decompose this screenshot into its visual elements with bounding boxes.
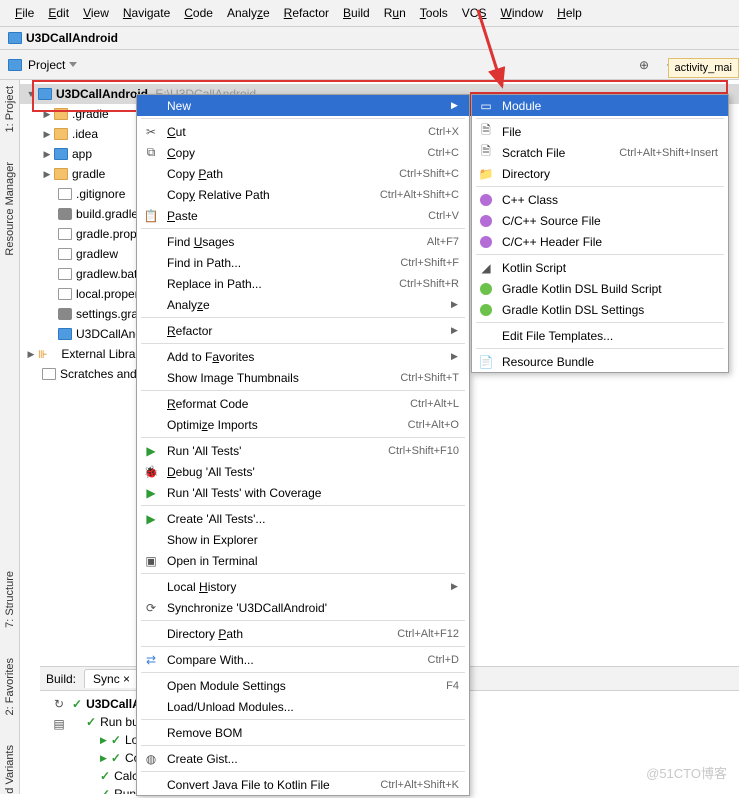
terminal-icon: ▣ — [143, 554, 159, 568]
mi-debug-all[interactable]: 🐞Debug 'All Tests' — [137, 461, 469, 482]
chevron-down-icon — [69, 62, 77, 67]
mi-show-explorer[interactable]: Show in Explorer — [137, 529, 469, 550]
sidebar-favorites[interactable]: 2: Favorites — [4, 658, 16, 715]
mi-sync[interactable]: ⟳Synchronize 'U3DCallAndroid' — [137, 597, 469, 618]
menu-build[interactable]: Build — [336, 4, 377, 22]
menu-navigate[interactable]: Navigate — [116, 4, 177, 22]
panel-icon — [8, 59, 22, 71]
mi-cut[interactable]: ✂CutCtrl+X — [137, 121, 469, 142]
menu-tools[interactable]: Tools — [413, 4, 455, 22]
file-icon: 🗎 — [478, 121, 494, 142]
sidebar-variants[interactable]: d Variants — [4, 745, 16, 794]
sync-icon: ⟳ — [143, 601, 159, 615]
tree-root-label: U3DCallAndroid — [56, 87, 148, 101]
module-icon: ▭ — [478, 99, 494, 113]
menubar: File Edit View Navigate Code Analyze Ref… — [0, 0, 739, 27]
menu-file[interactable]: File — [8, 4, 41, 22]
smi-cpp-src[interactable]: C/C++ Source File — [472, 210, 728, 231]
run-icon: ▶ — [143, 444, 159, 458]
menu-run[interactable]: Run — [377, 4, 413, 22]
debug-icon: 🐞 — [143, 465, 159, 479]
diff-icon: ⇄ — [143, 653, 159, 667]
mi-find-usages[interactable]: Find UsagesAlt+F7 — [137, 231, 469, 252]
mi-new[interactable]: New▶ — [137, 95, 469, 116]
smi-directory[interactable]: 📁Directory — [472, 163, 728, 184]
breadcrumb-bar: U3DCallAndroid — [0, 27, 739, 50]
mi-create-gist[interactable]: ◍Create Gist... — [137, 748, 469, 769]
locate-icon[interactable]: ⊕ — [635, 56, 653, 74]
paste-icon: 📋 — [143, 209, 159, 223]
smi-cpp-hdr[interactable]: C/C++ Header File — [472, 231, 728, 252]
mi-copy-path[interactable]: Copy PathCtrl+Shift+C — [137, 163, 469, 184]
scratch-icon: 🗎 — [478, 142, 494, 163]
smi-edit-templates[interactable]: Edit File Templates... — [472, 325, 728, 346]
mi-open-terminal[interactable]: ▣Open in Terminal — [137, 550, 469, 571]
project-view-selector[interactable]: Project — [28, 58, 77, 72]
mi-convert-kotlin[interactable]: Convert Java File to Kotlin FileCtrl+Alt… — [137, 774, 469, 795]
new-submenu: ▭Module 🗎File 🗎Scratch FileCtrl+Alt+Shif… — [471, 94, 729, 373]
mi-add-fav[interactable]: Add to Favorites▶ — [137, 346, 469, 367]
smi-gradle-build[interactable]: Gradle Kotlin DSL Build Script — [472, 278, 728, 299]
mi-local-history[interactable]: Local History▶ — [137, 576, 469, 597]
mi-create-all[interactable]: ▶Create 'All Tests'... — [137, 508, 469, 529]
mi-refactor[interactable]: Refactor▶ — [137, 320, 469, 341]
left-gutter: 1: Project Resource Manager 7: Structure… — [0, 80, 20, 794]
mi-replace-in-path[interactable]: Replace in Path...Ctrl+Shift+R — [137, 273, 469, 294]
mi-load-unload[interactable]: Load/Unload Modules... — [137, 696, 469, 717]
project-toolbar: Project ⊕ ÷ ⚙ — — [0, 50, 739, 80]
sidebar-resource-manager[interactable]: Resource Manager — [4, 162, 16, 256]
menu-view[interactable]: View — [76, 4, 116, 22]
project-icon — [8, 32, 22, 44]
mi-analyze[interactable]: Analyze▶ — [137, 294, 469, 315]
create-icon: ▶ — [143, 512, 159, 526]
mi-find-in-path[interactable]: Find in Path...Ctrl+Shift+F — [137, 252, 469, 273]
menu-vcs[interactable]: VCS — [455, 4, 494, 22]
smi-scratch[interactable]: 🗎Scratch FileCtrl+Alt+Shift+Insert — [472, 142, 728, 163]
mi-dir-path[interactable]: Directory PathCtrl+Alt+F12 — [137, 623, 469, 644]
bundle-icon: 📄 — [478, 355, 494, 369]
folder-icon: 📁 — [478, 167, 494, 181]
mi-coverage[interactable]: ▶Run 'All Tests' with Coverage — [137, 482, 469, 503]
mi-copy[interactable]: ⧉CopyCtrl+C — [137, 142, 469, 163]
context-menu: New▶ ✂CutCtrl+X ⧉CopyCtrl+C Copy PathCtr… — [136, 94, 470, 796]
build-label: Build: — [46, 672, 76, 686]
smi-kotlin-script[interactable]: ◢Kotlin Script — [472, 257, 728, 278]
github-icon: ◍ — [143, 752, 159, 766]
mi-open-module-settings[interactable]: Open Module SettingsF4 — [137, 675, 469, 696]
build-tab-sync[interactable]: Sync × — [84, 669, 139, 688]
rerun-icon[interactable]: ↻ — [54, 697, 64, 711]
mi-compare[interactable]: ⇄Compare With...Ctrl+D — [137, 649, 469, 670]
coverage-icon: ▶ — [143, 486, 159, 500]
mi-reformat[interactable]: Reformat CodeCtrl+Alt+L — [137, 393, 469, 414]
kotlin-icon: ◢ — [478, 261, 494, 275]
editor-tab[interactable]: activity_mai — [668, 58, 739, 78]
sidebar-project[interactable]: 1: Project — [4, 86, 16, 132]
menu-window[interactable]: Window — [493, 4, 550, 22]
smi-resource-bundle[interactable]: 📄Resource Bundle — [472, 351, 728, 372]
mi-optimize[interactable]: Optimize ImportsCtrl+Alt+O — [137, 414, 469, 435]
menu-refactor[interactable]: Refactor — [277, 4, 336, 22]
mi-copy-rel[interactable]: Copy Relative PathCtrl+Alt+Shift+C — [137, 184, 469, 205]
copy-icon: ⧉ — [143, 145, 159, 160]
menu-edit[interactable]: Edit — [41, 4, 76, 22]
project-title: U3DCallAndroid — [26, 31, 118, 45]
mi-show-thumb[interactable]: Show Image ThumbnailsCtrl+Shift+T — [137, 367, 469, 388]
sidebar-structure[interactable]: 7: Structure — [4, 571, 16, 628]
mi-run-all[interactable]: ▶Run 'All Tests'Ctrl+Shift+F10 — [137, 440, 469, 461]
menu-code[interactable]: Code — [177, 4, 220, 22]
mi-paste[interactable]: 📋PasteCtrl+V — [137, 205, 469, 226]
menu-analyze[interactable]: Analyze — [220, 4, 277, 22]
smi-cpp-class[interactable]: C++ Class — [472, 189, 728, 210]
project-view-label: Project — [28, 58, 65, 72]
filter-icon[interactable]: ▤ — [53, 717, 64, 731]
smi-gradle-settings[interactable]: Gradle Kotlin DSL Settings — [472, 299, 728, 320]
menu-help[interactable]: Help — [550, 4, 589, 22]
smi-file[interactable]: 🗎File — [472, 121, 728, 142]
mi-remove-bom[interactable]: Remove BOM — [137, 722, 469, 743]
smi-module[interactable]: ▭Module — [472, 95, 728, 116]
scissors-icon: ✂ — [143, 125, 159, 139]
